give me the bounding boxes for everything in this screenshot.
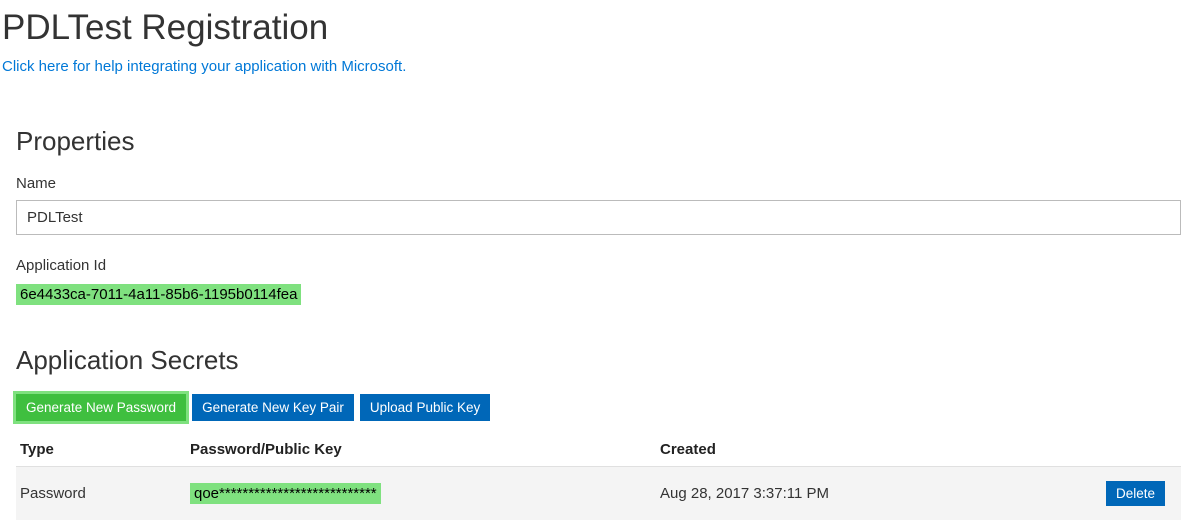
secret-key-cell: qoe***************************	[186, 467, 656, 521]
secrets-button-row: Generate New Password Generate New Key P…	[16, 394, 1181, 421]
generate-password-button[interactable]: Generate New Password	[16, 394, 186, 421]
app-id-field-block: Application Id 6e4433ca-7011-4a11-85b6-1…	[16, 257, 1181, 305]
secrets-col-key: Password/Public Key	[186, 435, 656, 467]
name-label: Name	[16, 175, 1181, 192]
secret-key-masked: qoe***************************	[190, 483, 381, 504]
app-id-label: Application Id	[16, 257, 1181, 274]
generate-keypair-button[interactable]: Generate New Key Pair	[192, 394, 354, 421]
secret-created-cell: Aug 28, 2017 3:37:11 PM	[656, 467, 1071, 521]
delete-button[interactable]: Delete	[1106, 481, 1165, 506]
secrets-heading: Application Secrets	[16, 345, 1181, 376]
secret-type-cell: Password	[16, 467, 186, 521]
secrets-section: Application Secrets Generate New Passwor…	[0, 345, 1197, 520]
properties-section: Properties Name Application Id 6e4433ca-…	[0, 126, 1197, 305]
name-field-block: Name	[16, 175, 1181, 235]
help-link[interactable]: Click here for help integrating your app…	[0, 54, 406, 75]
table-row: Password qoe*************************** …	[16, 467, 1181, 521]
page-title: PDLTest Registration	[0, 0, 1197, 54]
properties-heading: Properties	[16, 126, 1181, 157]
secrets-table: Type Password/Public Key Created Passwor…	[16, 435, 1181, 520]
secrets-col-action	[1071, 435, 1181, 467]
secrets-col-created: Created	[656, 435, 1071, 467]
secrets-col-type: Type	[16, 435, 186, 467]
name-input[interactable]	[16, 200, 1181, 235]
app-id-value: 6e4433ca-7011-4a11-85b6-1195b0114fea	[16, 284, 301, 305]
secret-action-cell: Delete	[1071, 467, 1181, 521]
upload-public-key-button[interactable]: Upload Public Key	[360, 394, 490, 421]
